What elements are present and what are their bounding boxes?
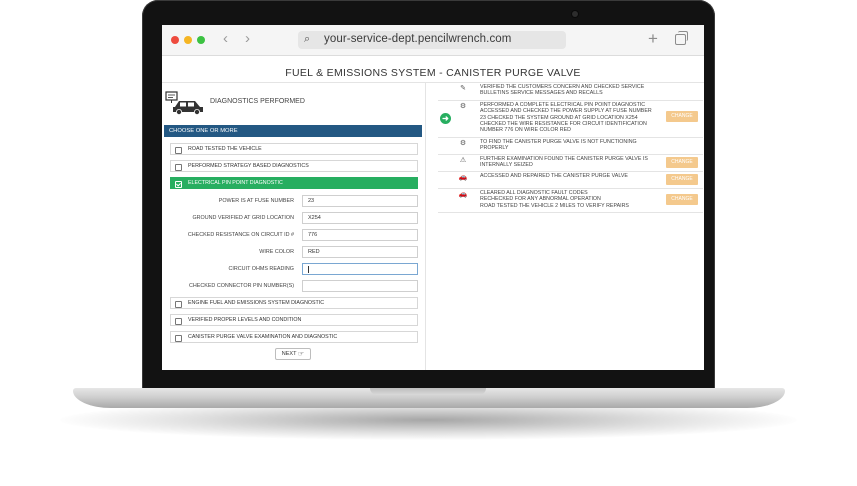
tabs-overview-icon[interactable] (675, 31, 688, 45)
diagnostic-car-icon (165, 91, 203, 115)
field-label-wire-color: WIRE COLOR (259, 249, 294, 255)
forward-icon[interactable]: › (245, 30, 250, 47)
option-label: CANISTER PURGE VALVE EXAMINATION AND DIA… (188, 334, 338, 340)
field-label-fuse: POWER IS AT FUSE NUMBER (218, 198, 294, 204)
choose-header: CHOOSE ONE OR MORE (164, 125, 422, 137)
summary-row: 🚗 ACCESSED AND REPAIRED THE CANISTER PUR… (438, 172, 703, 189)
summary-text: PERFORMED A COMPLETE ELECTRICAL PIN POIN… (480, 102, 652, 134)
checkbox[interactable] (175, 146, 182, 154)
next-button[interactable]: NEXT ☞ (275, 348, 311, 360)
option-label: ELECTRICAL PIN POINT DIAGNOSTIC (188, 180, 283, 186)
summary-row: ➜ ⚙ PERFORMED A COMPLETE ELECTRICAL PIN … (438, 101, 703, 138)
field-label-circuit: CHECKED RESISTANCE ON CIRCUIT ID # (187, 232, 294, 238)
back-icon[interactable]: ‹ (223, 30, 228, 47)
address-bar[interactable]: ⌕ your-service-dept.pencilwrench.com (298, 31, 566, 49)
circuit-id-input[interactable]: 776 (302, 229, 418, 241)
section-label: DIAGNOSTICS PERFORMED (210, 98, 305, 105)
checkbox-checked[interactable] (175, 180, 182, 188)
checkbox[interactable] (175, 163, 182, 171)
url-text: your-service-dept.pencilwrench.com (324, 33, 512, 45)
app-content: FUEL & EMISSIONS SYSTEM - CANISTER PURGE… (162, 56, 704, 370)
summary-text: TO FIND THE CANISTER PURGE VALVE IS NOT … (480, 139, 637, 152)
car-icon: 🚗 (458, 174, 468, 181)
checkbox[interactable] (175, 317, 182, 325)
checkbox[interactable] (175, 334, 182, 342)
wire-color-input[interactable]: RED (302, 246, 418, 258)
summary-row: ✎ VERIFIED THE CUSTOMERS CONCERN AND CHE… (438, 83, 703, 101)
notes-icon: ✎ (460, 85, 466, 92)
change-button[interactable]: CHANGE (666, 157, 698, 168)
text-caret (308, 266, 309, 273)
next-label: NEXT (281, 351, 297, 357)
option-canister-examination[interactable]: CANISTER PURGE VALVE EXAMINATION AND DIA… (170, 331, 418, 343)
page-title: FUEL & EMISSIONS SYSTEM - CANISTER PURGE… (285, 67, 581, 79)
panel-divider (425, 83, 426, 370)
option-label: PERFORMED STRATEGY BASED DIAGNOSTICS (188, 163, 309, 169)
gears-icon: ⚙ (459, 140, 467, 147)
maximize-window-button[interactable] (197, 36, 205, 44)
change-button[interactable]: CHANGE (666, 174, 698, 185)
connector-pins-input[interactable] (302, 280, 418, 292)
field-label-pins: CHECKED CONNECTOR PIN NUMBER(S) (188, 283, 294, 289)
change-button[interactable]: CHANGE (666, 194, 698, 205)
field-label-ohms: CIRCUIT OHMS READING (228, 266, 295, 272)
option-label: ENGINE FUEL AND EMISSIONS SYSTEM DIAGNOS… (188, 300, 325, 306)
summary-row: ⚠ FURTHER EXAMINATION FOUND THE CANISTER… (438, 155, 703, 172)
option-label: ROAD TESTED THE VEHICLE (188, 146, 262, 152)
grid-location-input[interactable]: X254 (302, 212, 418, 224)
option-electrical-pin-point[interactable]: ELECTRICAL PIN POINT DIAGNOSTIC (170, 177, 418, 189)
change-button[interactable]: CHANGE (666, 111, 698, 122)
search-icon: ⌕ (304, 33, 311, 45)
summary-row: ⚙ TO FIND THE CANISTER PURGE VALVE IS NO… (438, 138, 703, 155)
current-step-arrow-icon: ➜ (440, 113, 451, 124)
checkbox[interactable] (175, 300, 182, 308)
option-label: VERIFIED PROPER LEVELS AND CONDITION (188, 317, 302, 323)
fuse-number-input[interactable]: 23 (302, 195, 418, 207)
option-engine-fuel[interactable]: ENGINE FUEL AND EMISSIONS SYSTEM DIAGNOS… (170, 297, 418, 309)
field-label-grid: GROUND VERIFIED AT GRID LOCATION (192, 215, 294, 221)
gear-car-icon: ⚙ (459, 103, 467, 110)
minimize-window-button[interactable] (184, 36, 192, 44)
option-verified-levels[interactable]: VERIFIED PROPER LEVELS AND CONDITION (170, 314, 418, 326)
new-tab-icon[interactable]: + (648, 29, 658, 49)
summary-text: FURTHER EXAMINATION FOUND THE CANISTER P… (480, 156, 648, 169)
laptop-notch (370, 388, 486, 395)
summary-text: VERIFIED THE CUSTOMERS CONCERN AND CHECK… (480, 84, 645, 97)
screen: ‹ › ⌕ your-service-dept.pencilwrench.com… (162, 25, 704, 370)
ohms-reading-input[interactable] (302, 263, 418, 275)
summary-text: CLEARED ALL DIAGNOSTIC FAULT CODES RECHE… (480, 190, 629, 209)
option-strategy-diagnostics[interactable]: PERFORMED STRATEGY BASED DIAGNOSTICS (170, 160, 418, 172)
camera-icon (572, 11, 578, 17)
warning-icon: ⚠ (459, 157, 467, 164)
summary-row: 🚗 CLEARED ALL DIAGNOSTIC FAULT CODES REC… (438, 189, 703, 213)
browser-toolbar: ‹ › ⌕ your-service-dept.pencilwrench.com… (162, 25, 704, 56)
summary-text: ACCESSED AND REPAIRED THE CANISTER PURGE… (480, 173, 628, 179)
car-icon: 🚗 (458, 191, 468, 198)
pointing-hand-icon: ☞ (297, 351, 305, 358)
option-road-tested[interactable]: ROAD TESTED THE VEHICLE (170, 143, 418, 155)
close-window-button[interactable] (171, 36, 179, 44)
